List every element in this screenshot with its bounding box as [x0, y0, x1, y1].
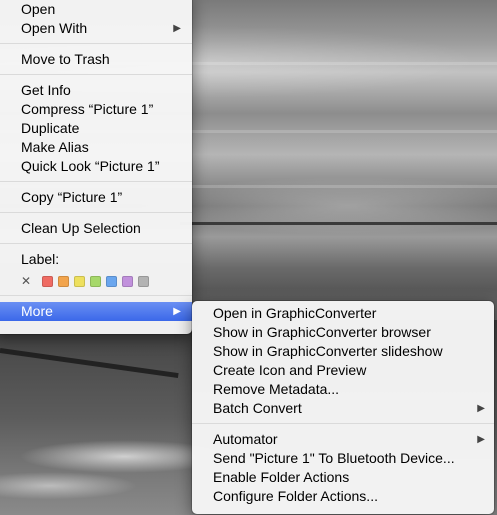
menu-separator	[0, 243, 192, 244]
menu-item-label: Compress “Picture 1”	[21, 101, 154, 117]
menu-item-label: Quick Look “Picture 1”	[21, 158, 160, 174]
submenu-item-send-to-bluetooth[interactable]: Send "Picture 1" To Bluetooth Device...	[192, 449, 494, 468]
label-swatch-orange[interactable]	[58, 275, 69, 287]
submenu-item-automator[interactable]: Automator ▶	[192, 430, 494, 449]
submenu-arrow-icon: ▶	[173, 23, 181, 34]
label-section-title: Label:	[21, 251, 60, 267]
context-menu: Open Open With ▶ Move to Trash Get Info C…	[0, 0, 192, 334]
menu-separator	[192, 423, 494, 424]
more-submenu: Open in GraphicConverter Show in Graphic…	[192, 301, 494, 514]
submenu-arrow-icon: ▶	[173, 306, 181, 317]
submenu-item-enable-folder-actions[interactable]: Enable Folder Actions	[192, 468, 494, 487]
menu-separator	[0, 43, 192, 44]
label-swatch-yellow[interactable]	[74, 275, 85, 287]
menu-item-label: Make Alias	[21, 139, 89, 155]
menu-item-quick-look[interactable]: Quick Look “Picture 1”	[0, 157, 192, 176]
menu-item-label: Open	[21, 1, 56, 17]
submenu-item-show-in-browser[interactable]: Show in GraphicConverter browser	[192, 323, 494, 342]
label-swatch-green[interactable]	[90, 275, 101, 287]
menu-item-open[interactable]: Open	[0, 0, 192, 19]
menu-item-label: Move to Trash	[21, 51, 110, 67]
menu-item-label: Batch Convert	[213, 400, 302, 416]
menu-item-label: Get Info	[21, 82, 71, 98]
menu-item-label: Configure Folder Actions...	[213, 488, 378, 504]
menu-item-duplicate[interactable]: Duplicate	[0, 119, 192, 138]
menu-separator	[0, 295, 192, 296]
menu-separator	[0, 212, 192, 213]
label-swatch-blue[interactable]	[106, 275, 117, 287]
label-color-picker: ✕	[0, 269, 192, 293]
label-swatch-red[interactable]	[42, 275, 53, 287]
menu-separator	[0, 74, 192, 75]
menu-item-label: Send "Picture 1" To Bluetooth Device...	[213, 450, 455, 466]
menu-item-copy[interactable]: Copy “Picture 1”	[0, 188, 192, 207]
submenu-item-show-in-slideshow[interactable]: Show in GraphicConverter slideshow	[192, 342, 494, 361]
menu-item-make-alias[interactable]: Make Alias	[0, 138, 192, 157]
menu-item-label: Show in GraphicConverter browser	[213, 324, 431, 340]
menu-item-clean-up-selection[interactable]: Clean Up Selection	[0, 219, 192, 238]
menu-item-label: Automator	[213, 431, 278, 447]
menu-item-label: Enable Folder Actions	[213, 469, 350, 485]
submenu-item-open-in-graphicconverter[interactable]: Open in GraphicConverter	[192, 304, 494, 323]
menu-item-label: Copy “Picture 1”	[21, 189, 123, 205]
menu-item-label: Duplicate	[21, 120, 80, 136]
submenu-item-batch-convert[interactable]: Batch Convert ▶	[192, 399, 494, 418]
menu-item-compress[interactable]: Compress “Picture 1”	[0, 100, 192, 119]
menu-item-more[interactable]: More ▶	[0, 302, 192, 321]
menu-separator	[0, 181, 192, 182]
label-swatch-purple[interactable]	[122, 275, 133, 287]
submenu-arrow-icon: ▶	[477, 403, 485, 414]
submenu-item-remove-metadata[interactable]: Remove Metadata...	[192, 380, 494, 399]
menu-item-label: Remove Metadata...	[213, 381, 340, 397]
menu-item-label: Open in GraphicConverter	[213, 305, 377, 321]
submenu-item-configure-folder-actions[interactable]: Configure Folder Actions...	[192, 487, 494, 506]
menu-item-label: Clean Up Selection	[21, 220, 141, 236]
menu-item-move-to-trash[interactable]: Move to Trash	[0, 50, 192, 69]
label-swatch-gray[interactable]	[138, 275, 149, 287]
submenu-item-create-icon-and-preview[interactable]: Create Icon and Preview	[192, 361, 494, 380]
menu-item-get-info[interactable]: Get Info	[0, 81, 192, 100]
menu-item-label: More	[21, 303, 53, 319]
menu-item-label: Create Icon and Preview	[213, 362, 367, 378]
menu-item-label: Show in GraphicConverter slideshow	[213, 343, 443, 359]
submenu-arrow-icon: ▶	[477, 434, 485, 445]
menu-item-open-with[interactable]: Open With ▶	[0, 19, 192, 38]
clear-label-icon[interactable]: ✕	[21, 275, 31, 287]
wallpaper-horizon	[180, 222, 497, 225]
menu-item-label: Open With	[21, 20, 88, 36]
